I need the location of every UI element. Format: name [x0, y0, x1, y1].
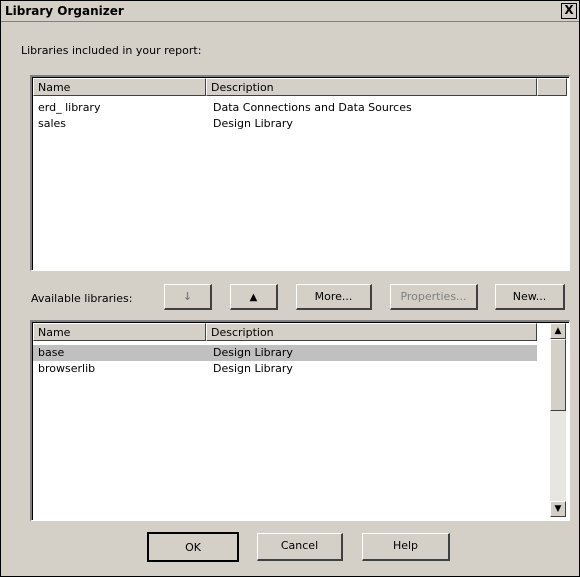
dialog-title: Library Organizer	[5, 4, 124, 18]
included-libraries-label: Libraries included in your report:	[21, 44, 202, 57]
library-name: sales	[38, 117, 67, 130]
scroll-down-button[interactable]: ▼	[550, 501, 566, 517]
help-button[interactable]: Help	[362, 533, 450, 561]
properties-button[interactable]: Properties...	[390, 284, 478, 310]
library-description: Design Library	[213, 117, 293, 130]
library-description: Data Connections and Data Sources	[213, 101, 412, 114]
scroll-up-arrow-icon: ▲	[554, 326, 562, 336]
library-name: browserlib	[38, 362, 96, 375]
column-header-description[interactable]: Description	[206, 323, 537, 341]
vertical-scrollbar[interactable]: ▲ ▼	[550, 323, 566, 517]
included-libraries-list[interactable]: Name Description erd_ library Data Conne…	[30, 75, 570, 271]
scroll-down-arrow-icon: ▼	[554, 504, 562, 514]
library-name: erd_ library	[38, 101, 101, 114]
column-header-description[interactable]: Description	[206, 78, 537, 96]
add-library-button[interactable]: ↓	[164, 284, 212, 310]
list-item[interactable]: browserlib Design Library	[33, 361, 537, 377]
list-item[interactable]: base Design Library	[33, 345, 537, 361]
available-libraries-label: Available libraries:	[31, 292, 133, 305]
remove-library-button[interactable]: ▲	[230, 284, 278, 310]
arrow-down-icon: ↓	[182, 290, 193, 303]
close-icon: X	[564, 3, 574, 17]
list-item[interactable]: erd_ library Data Connections and Data S…	[33, 100, 567, 116]
new-button[interactable]: New...	[495, 284, 565, 310]
cancel-button[interactable]: Cancel	[257, 533, 343, 561]
column-header-name[interactable]: Name	[33, 323, 206, 341]
arrow-up-icon: ▲	[249, 292, 258, 303]
column-header-name[interactable]: Name	[33, 78, 206, 96]
library-organizer-dialog: Library Organizer X Libraries included i…	[0, 0, 580, 577]
list-item[interactable]: sales Design Library	[33, 116, 567, 132]
library-description: Design Library	[213, 346, 293, 359]
library-name: base	[38, 346, 65, 359]
close-button[interactable]: X	[561, 3, 577, 19]
library-description: Design Library	[213, 362, 293, 375]
available-libraries-list[interactable]: Name Description base Design Library bro…	[30, 320, 570, 521]
scroll-up-button[interactable]: ▲	[550, 323, 566, 339]
ok-button[interactable]: OK	[147, 532, 239, 562]
more-button[interactable]: More...	[296, 284, 372, 310]
title-bar: Library Organizer X	[1, 1, 579, 22]
column-header-blank	[537, 78, 567, 96]
scroll-thumb[interactable]	[550, 339, 566, 411]
